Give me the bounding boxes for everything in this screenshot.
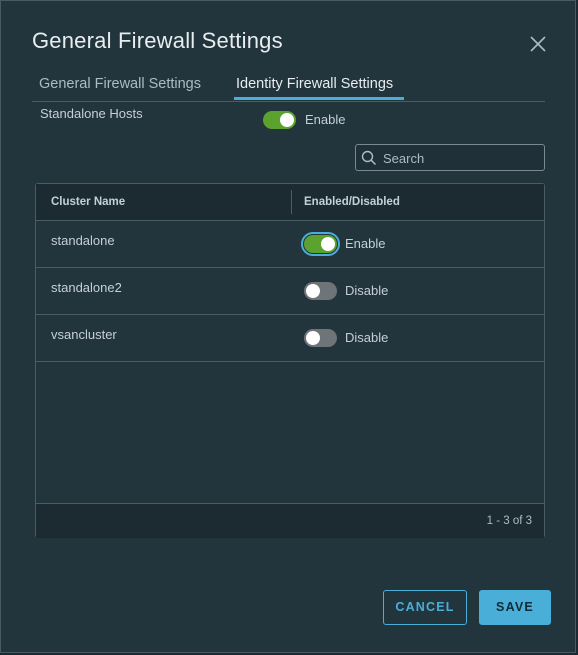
search-icon bbox=[361, 150, 377, 166]
standalone-hosts-label: Standalone Hosts bbox=[40, 106, 143, 121]
column-header-cluster-name[interactable]: Cluster Name bbox=[51, 196, 125, 208]
cell-cluster-name: standalone bbox=[51, 233, 115, 248]
grid-header: Cluster Name Enabled/Disabled bbox=[36, 184, 544, 221]
settings-tabs: General Firewall Settings Identity Firew… bbox=[32, 69, 545, 102]
standalone-hosts-toggle-text: Enable bbox=[305, 112, 346, 127]
toggle-knob bbox=[306, 331, 320, 345]
table-row: vsancluster Disable bbox=[36, 315, 544, 362]
row-status-text: Disable bbox=[345, 330, 389, 345]
standalone-hosts-toggle[interactable] bbox=[263, 111, 296, 129]
table-row: standalone2 Disable bbox=[36, 268, 544, 315]
search-input[interactable] bbox=[383, 149, 538, 167]
toggle-knob bbox=[321, 237, 335, 251]
cancel-button[interactable]: CANCEL bbox=[383, 590, 467, 625]
pagination-description: 1 - 3 of 3 bbox=[486, 515, 532, 527]
active-tab-indicator bbox=[234, 97, 404, 100]
search-box[interactable] bbox=[355, 144, 545, 171]
tab-identity-firewall-settings[interactable]: Identity Firewall Settings bbox=[236, 76, 393, 98]
row-toggle-standalone2[interactable] bbox=[304, 282, 337, 300]
close-icon bbox=[530, 36, 546, 52]
column-separator[interactable] bbox=[291, 190, 292, 214]
cell-cluster-name: standalone2 bbox=[51, 280, 122, 295]
table-row: standalone Enable bbox=[36, 221, 544, 268]
row-status-text: Disable bbox=[345, 283, 389, 298]
dialog-title: General Firewall Settings bbox=[32, 28, 283, 53]
toggle-knob bbox=[306, 284, 320, 298]
row-toggle-standalone[interactable] bbox=[301, 232, 340, 256]
save-button[interactable]: SAVE bbox=[479, 590, 551, 625]
tab-general-firewall-settings[interactable]: General Firewall Settings bbox=[39, 76, 201, 98]
grid-footer: 1 - 3 of 3 bbox=[36, 503, 544, 538]
cell-cluster-name: vsancluster bbox=[51, 327, 117, 342]
column-header-enabled-disabled[interactable]: Enabled/Disabled bbox=[304, 196, 400, 208]
row-toggle-vsancluster[interactable] bbox=[304, 329, 337, 347]
row-status-text: Enable bbox=[345, 236, 386, 251]
close-button[interactable] bbox=[527, 33, 549, 55]
cluster-datagrid: Cluster Name Enabled/Disabled standalone… bbox=[35, 183, 545, 538]
firewall-settings-dialog: General Firewall Settings General Firewa… bbox=[0, 0, 576, 653]
toggle-knob bbox=[280, 113, 294, 127]
